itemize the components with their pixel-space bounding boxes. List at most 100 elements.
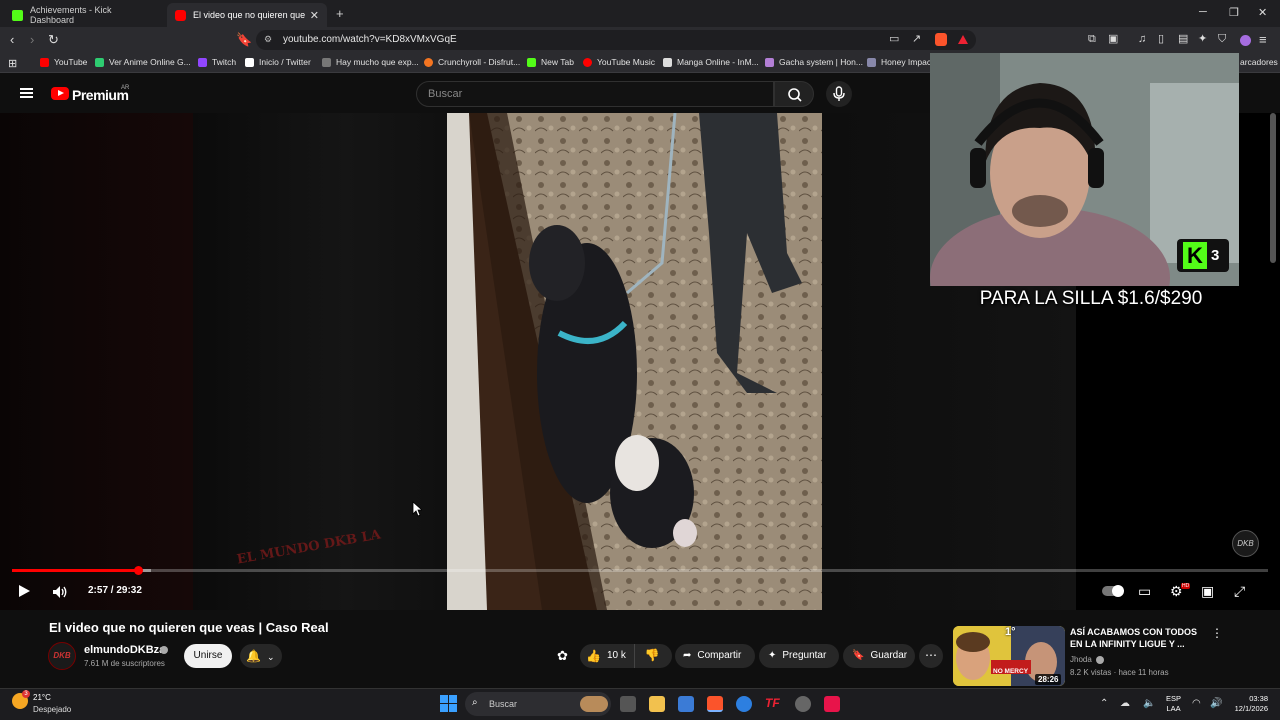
video-frame[interactable] — [447, 113, 822, 610]
microsoft-store-icon[interactable] — [678, 696, 694, 712]
twitch-icon — [198, 57, 207, 67]
bookmark-icon[interactable]: 🔖 — [236, 33, 252, 46]
verified-icon — [1096, 656, 1104, 664]
ask-button[interactable]: ✦ Preguntar — [759, 644, 839, 668]
bookmark-youtube[interactable]: YouTube — [40, 57, 87, 67]
more-actions-button[interactable]: ⋯ — [919, 644, 943, 668]
url-text[interactable]: youtube.com/watch?v=KD8xVMxVGqE — [283, 34, 457, 45]
save-button[interactable]: 🔖 Guardar — [843, 644, 915, 668]
bookmark-twitch[interactable]: Twitch — [198, 57, 236, 67]
reload-icon[interactable]: ↻ — [48, 33, 59, 46]
speaker-tray-icon[interactable]: 🔈 — [1143, 698, 1155, 709]
weather-condition[interactable]: Despejado — [33, 705, 71, 714]
brave-rewards-icon[interactable] — [958, 35, 968, 44]
channel-name[interactable]: elmundoDKBza — [84, 644, 165, 656]
site-info-icon[interactable]: ⚙ — [264, 34, 272, 45]
tab-label: Achievements - Kick Dashboard — [30, 5, 112, 25]
voice-search-button[interactable] — [826, 81, 852, 107]
anime-site-icon — [95, 57, 104, 67]
stream-goal-text: PARA LA SILLA $1.6/$290 — [979, 288, 1203, 309]
volume-icon[interactable] — [51, 584, 69, 600]
channel-avatar[interactable]: DKB — [48, 642, 76, 670]
weather-temperature[interactable]: 21°C — [33, 693, 51, 702]
close-tab-icon[interactable]: ✕ — [310, 9, 319, 22]
input-language[interactable]: ESP LAA — [1166, 694, 1181, 714]
progress-scrubber[interactable] — [133, 566, 143, 575]
miniplayer-icon[interactable]: ▣ — [1201, 583, 1214, 600]
brave-shield-icon[interactable] — [935, 33, 947, 46]
close-window-icon[interactable]: ✕ — [1258, 6, 1267, 19]
tab-youtube-video[interactable]: El video que no quieren que vea ✕ — [167, 3, 327, 27]
wifi-icon[interactable]: ◠ — [1192, 698, 1201, 709]
dislike-button[interactable]: 👎 — [635, 643, 660, 669]
wallet-icon[interactable]: ▤ — [1178, 33, 1188, 46]
youtube-favicon-icon — [175, 9, 186, 21]
apps-grid-icon[interactable]: ⊞ — [8, 57, 17, 70]
brave-browser-icon[interactable] — [707, 696, 723, 712]
channel-settings-icon[interactable]: ✿ — [557, 648, 568, 664]
profile-icon[interactable] — [1240, 35, 1251, 46]
bookmark-manga[interactable]: Manga Online - InM... — [663, 57, 759, 67]
join-button[interactable]: Unirse — [184, 644, 232, 668]
task-view-icon[interactable] — [620, 696, 636, 712]
search-button[interactable] — [774, 81, 814, 107]
like-button[interactable]: 👍 10 k — [580, 644, 635, 668]
bookmark-anime[interactable]: Ver Anime Online G... — [95, 57, 191, 67]
app-tf-icon[interactable]: TF — [765, 696, 781, 712]
progress-track[interactable] — [12, 569, 1268, 572]
restore-icon[interactable]: ❐ — [1229, 6, 1239, 19]
page-scrollbar[interactable] — [1270, 113, 1276, 263]
manga-icon — [663, 57, 672, 67]
new-tab-button[interactable]: + — [336, 6, 344, 21]
subtitles-icon[interactable]: ▭ — [1138, 583, 1151, 600]
minimize-icon[interactable]: ─ — [1199, 6, 1207, 18]
youtube-logo-icon[interactable] — [51, 87, 69, 100]
windows-start-icon[interactable] — [440, 695, 457, 712]
bookmark-crunchyroll[interactable]: Crunchyroll - Disfrut... — [424, 57, 520, 67]
extensions-icon[interactable]: ⧉ — [1088, 33, 1096, 46]
media-icon[interactable]: ♫ — [1138, 33, 1146, 46]
menu-icon[interactable]: ≡ — [1259, 33, 1267, 46]
leo-ai-icon[interactable]: ✦ — [1198, 33, 1207, 46]
vpn-icon[interactable]: ⛉ — [1218, 33, 1226, 46]
tab-kick-dashboard[interactable]: Achievements - Kick Dashboard — [4, 3, 164, 27]
youtube-premium-brand[interactable]: Premium — [72, 87, 129, 103]
bookmark-gacha[interactable]: Gacha system | Hon... — [765, 57, 863, 67]
bookmark-youtube-music[interactable]: YouTube Music — [583, 57, 655, 67]
fullscreen-icon[interactable]: ⤢ — [1234, 583, 1245, 600]
bookmark-explore[interactable]: Hay mucho que exp... — [322, 57, 419, 67]
subscription-bell-button[interactable]: 🔔 ⌄ — [240, 644, 282, 668]
cast-icon[interactable]: ▭ — [889, 33, 899, 46]
hamburger-menu-icon[interactable] — [20, 88, 33, 98]
share-icon[interactable]: ↗ — [912, 33, 921, 46]
file-explorer-icon[interactable] — [649, 696, 665, 712]
video-scene-dog-in-hallway — [447, 113, 822, 610]
autoplay-toggle[interactable] — [1102, 585, 1124, 597]
kick-favicon-icon — [12, 9, 23, 21]
recommendation-title[interactable]: ASÍ ACABAMOS CON TODOS EN LA INFINITY LI… — [1070, 626, 1200, 650]
bookmark-honey-impact[interactable]: Honey Impac — [867, 57, 931, 67]
recommendation-channel[interactable]: Jhoda — [1070, 655, 1092, 664]
thumbs-up-icon: 👍 — [586, 649, 601, 663]
tiktok-icon[interactable] — [824, 696, 840, 712]
play-icon[interactable] — [19, 585, 30, 597]
network-app-icon[interactable]: ☁ — [1120, 698, 1130, 709]
bookmark-twitter[interactable]: Inicio / Twitter — [245, 57, 311, 67]
screenshot-icon[interactable]: ▣ — [1108, 33, 1118, 46]
tray-overflow-icon[interactable]: ⌃ — [1100, 698, 1108, 709]
forward-icon[interactable]: › — [30, 33, 34, 46]
bookmark-new-tab[interactable]: New Tab — [527, 57, 574, 67]
search-input[interactable] — [416, 81, 774, 107]
system-clock[interactable]: 03:38 12/1/2026 — [1228, 694, 1268, 714]
app-diamond-icon[interactable] — [736, 696, 752, 712]
volume-tray-icon[interactable]: 🔊 — [1210, 698, 1222, 709]
sidebar-icon[interactable]: ▯ — [1158, 33, 1164, 46]
bookmarks-folder[interactable]: arcadores — [1240, 57, 1278, 67]
steam-icon[interactable] — [795, 696, 811, 712]
channel-corner-logo[interactable]: DKB — [1232, 530, 1259, 557]
back-icon[interactable]: ‹ — [10, 33, 14, 46]
recommendation-menu-icon[interactable]: ⋮ — [1211, 626, 1223, 640]
kick-icon — [527, 57, 536, 67]
share-button[interactable]: ➦ Compartir — [675, 644, 755, 668]
recommendation-duration: 28:26 — [1035, 674, 1062, 685]
